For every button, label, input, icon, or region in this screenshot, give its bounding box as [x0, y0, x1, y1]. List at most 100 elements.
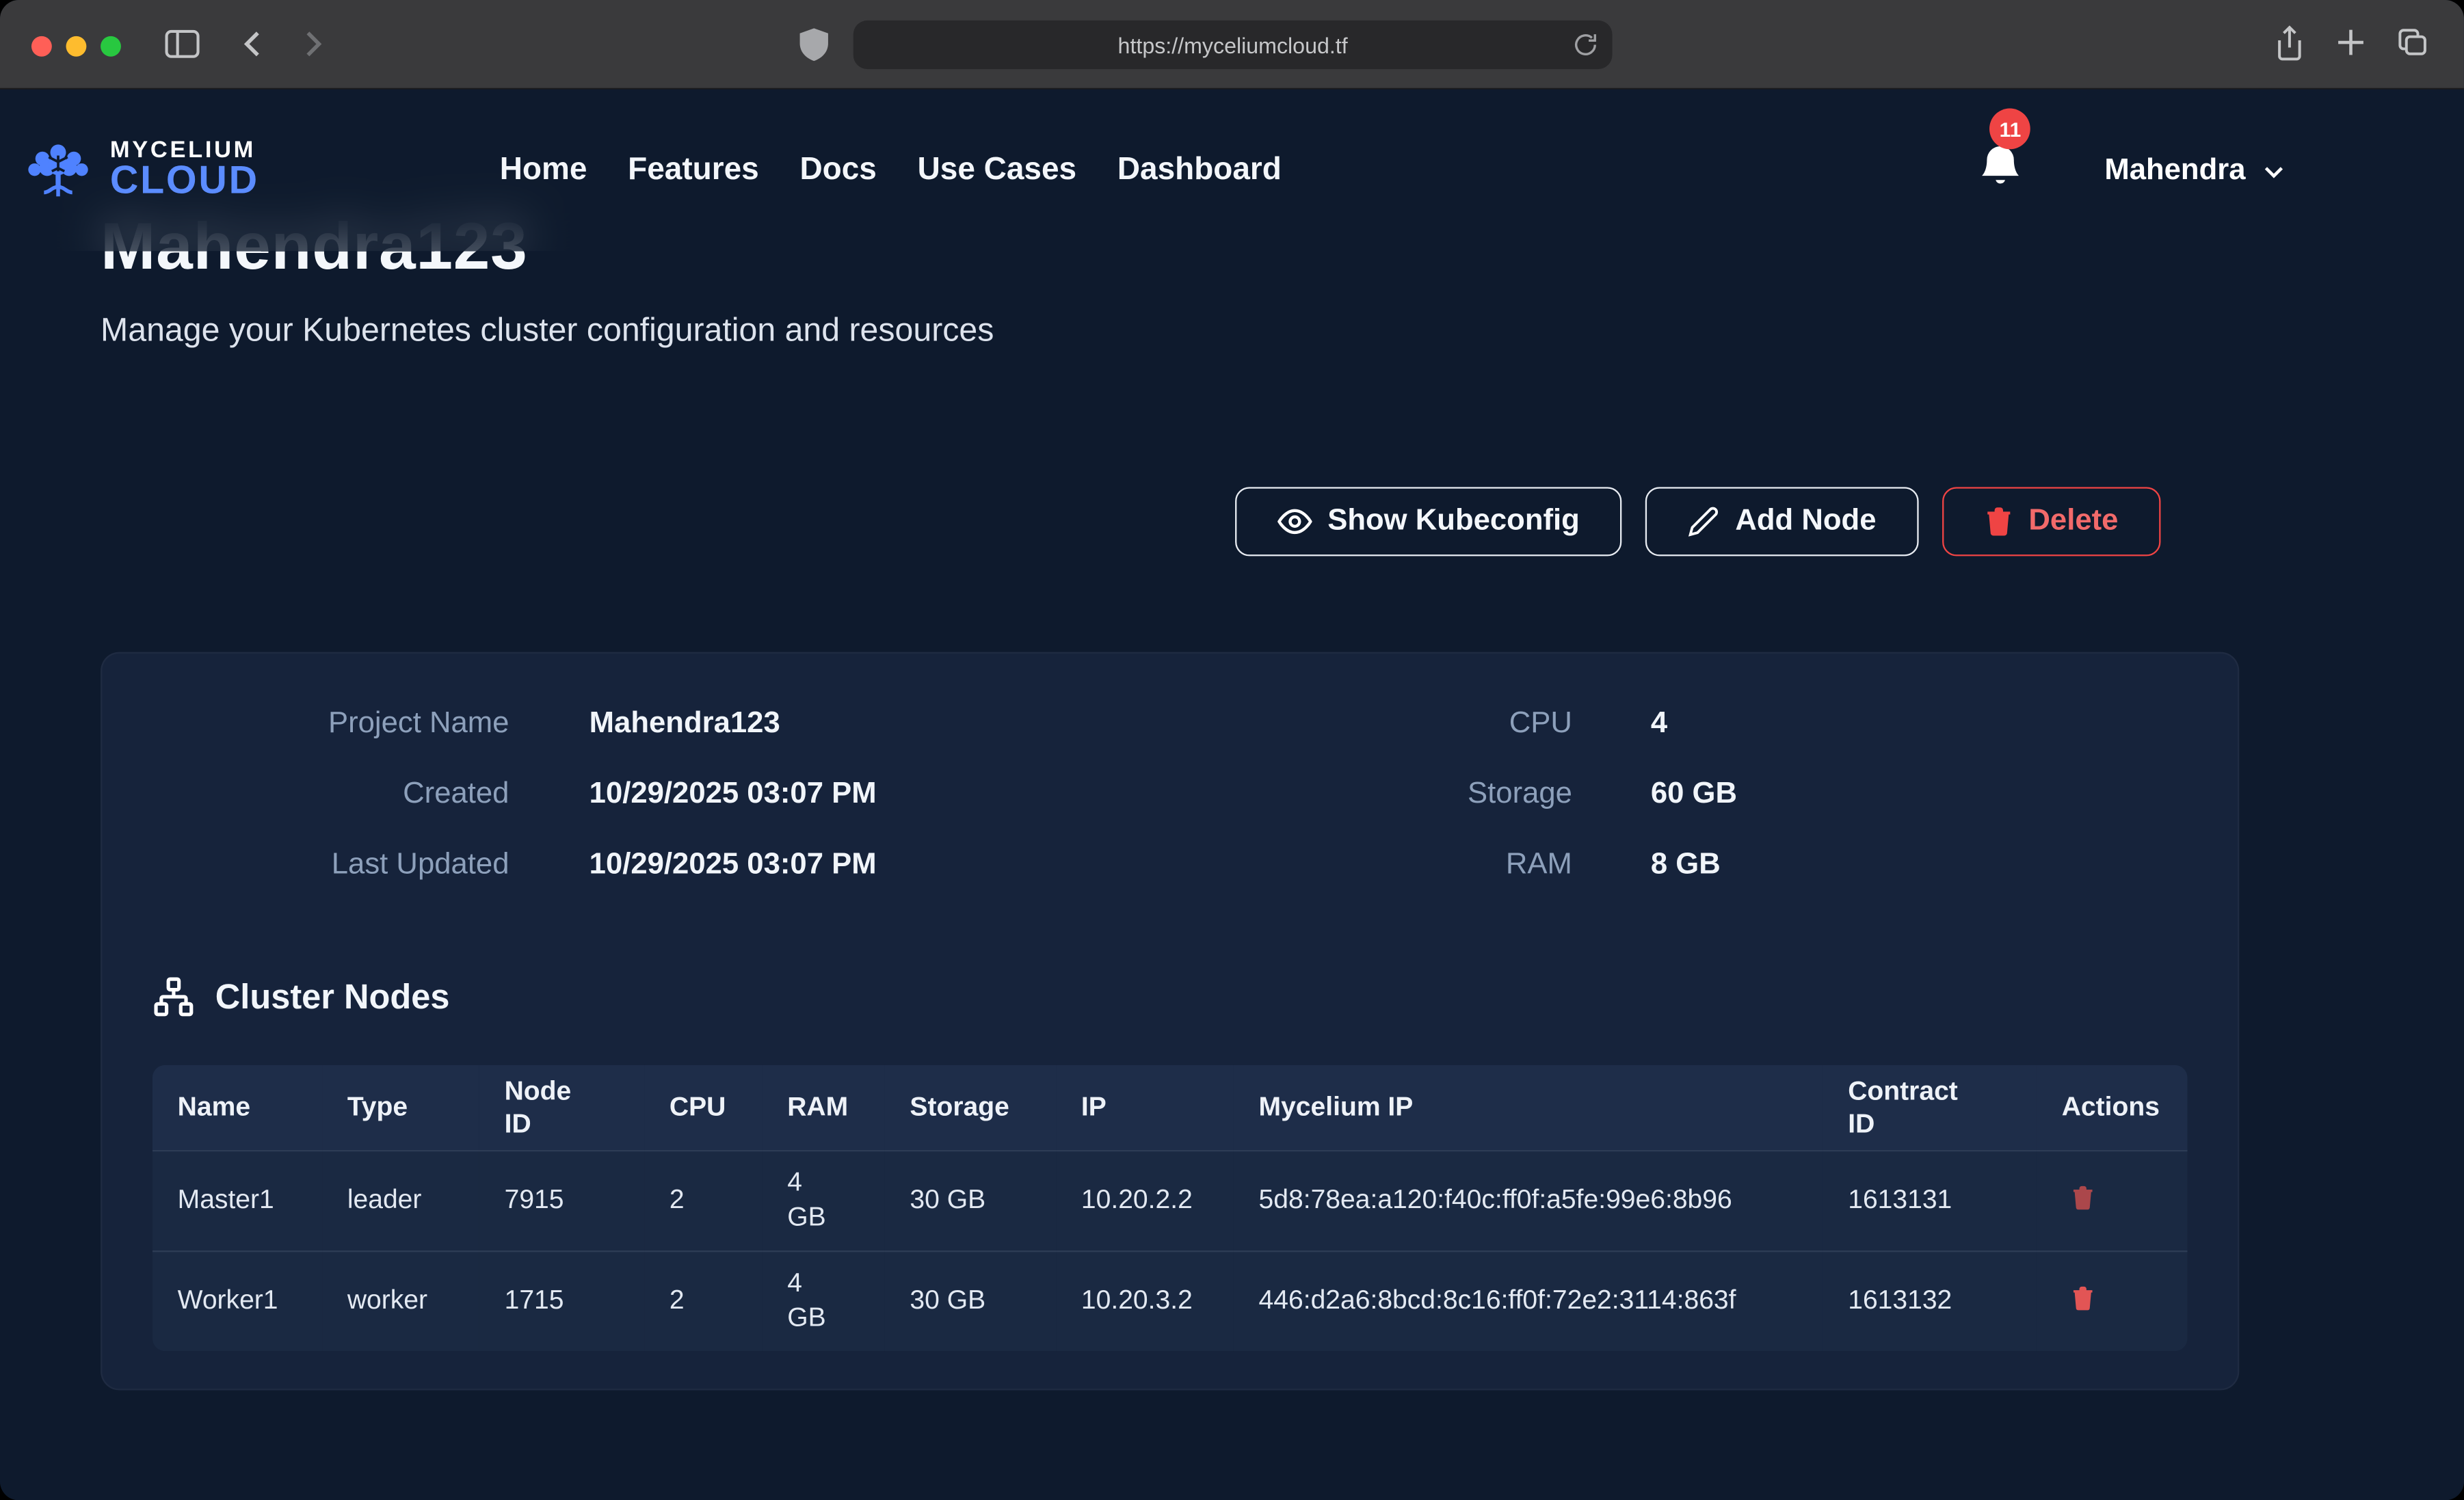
cell-ip: 10.20.3.2 — [1056, 1250, 1234, 1351]
user-menu[interactable]: Mahendra — [2104, 153, 2286, 188]
nav-link-dashboard[interactable]: Dashboard — [1117, 152, 1282, 189]
cluster-info-left: Project Name Mahendra123 Created 10/29/2… — [153, 704, 1170, 886]
storage-value: 60 GB — [1651, 775, 1737, 816]
table-row-worker1: Worker1 worker 1715 2 4 GB 30 GB 10.20.3… — [153, 1250, 2188, 1351]
cell-storage: 30 GB — [885, 1250, 1056, 1351]
cell-mycelium-ip: 5d8:78ea:a120:f40c:ff0f:a5fe:99e6:8b96 — [1234, 1150, 1823, 1250]
created-value: 10/29/2025 03:07 PM — [589, 775, 877, 816]
traffic-lights — [31, 36, 121, 57]
tabs-icon — [2395, 27, 2430, 58]
new-tab-button[interactable] — [2335, 27, 2367, 58]
refresh-icon — [1573, 31, 1598, 58]
close-window-button[interactable] — [31, 36, 52, 57]
cell-cpu: 2 — [644, 1150, 762, 1250]
sidebar-icon — [163, 27, 201, 62]
cluster-details-card: Project Name Mahendra123 Created 10/29/2… — [101, 652, 2239, 1391]
address-bar[interactable]: https://myceliumcloud.tf — [853, 21, 1613, 69]
trash-icon — [2071, 1285, 2095, 1312]
cell-name: Master1 — [153, 1150, 322, 1250]
privacy-shield-button[interactable] — [798, 27, 830, 63]
cell-node-id: 1715 — [479, 1250, 644, 1351]
cell-ram: 4 GB — [762, 1150, 884, 1250]
nav-link-features[interactable]: Features — [628, 152, 759, 189]
delete-label: Delete — [2028, 505, 2118, 539]
col-header-type: Type — [322, 1065, 479, 1150]
cell-type: leader — [322, 1150, 479, 1250]
page-subtitle: Manage your Kubernetes cluster configura… — [101, 312, 994, 350]
brand-text: MYCELIUM CLOUD — [110, 137, 259, 204]
nav-link-docs[interactable]: Docs — [799, 152, 876, 189]
cell-ip: 10.20.2.2 — [1056, 1150, 1234, 1250]
col-header-node-id: Node ID — [479, 1065, 644, 1150]
delete-node-button[interactable] — [2065, 1283, 2101, 1320]
minimize-window-button[interactable] — [66, 36, 87, 57]
cpu-value: 4 — [1651, 704, 1667, 745]
col-header-ip: IP — [1056, 1065, 1234, 1150]
tab-overview-button[interactable] — [2395, 27, 2430, 58]
project-name-label: Project Name — [153, 704, 509, 745]
col-header-actions: Actions — [2037, 1065, 2188, 1150]
project-name-value: Mahendra123 — [589, 704, 780, 745]
ram-value: 8 GB — [1651, 845, 1721, 886]
info-row-cpu: CPU 4 — [1170, 704, 2188, 745]
nodes-table: Name Type Node ID CPU RAM Storage IP Myc… — [153, 1065, 2188, 1351]
forward-button[interactable] — [299, 28, 327, 59]
eye-icon — [1277, 505, 1312, 539]
nodes-table-wrap: Name Type Node ID CPU RAM Storage IP Myc… — [153, 1065, 2188, 1351]
page-content: Show Kubeconfig Add Node Delete — [0, 90, 2464, 1391]
chevron-down-icon — [2262, 158, 2287, 183]
trash-icon — [2071, 1185, 2095, 1211]
cell-actions — [2037, 1250, 2188, 1351]
url-text: https://myceliumcloud.tf — [1118, 32, 1348, 57]
network-nodes-icon — [153, 976, 195, 1018]
delete-node-button[interactable] — [2065, 1181, 2101, 1219]
table-header-row: Name Type Node ID CPU RAM Storage IP Myc… — [153, 1065, 2188, 1150]
delete-cluster-button[interactable]: Delete — [1942, 487, 2160, 556]
pencil-icon — [1688, 506, 1719, 537]
brand-logo[interactable]: MYCELIUM CLOUD — [22, 137, 500, 204]
bell-icon — [1979, 143, 2023, 190]
info-row-storage: Storage 60 GB — [1170, 775, 2188, 816]
reload-button[interactable] — [1573, 31, 1598, 63]
cell-contract-id: 1613131 — [1823, 1150, 2037, 1250]
notification-count-badge: 11 — [1990, 109, 2031, 150]
navbar-right: 11 Mahendra — [1979, 143, 2287, 198]
chevron-left-icon — [239, 28, 267, 59]
cell-ram: 4 GB — [762, 1250, 884, 1351]
brand-line-2: CLOUD — [110, 159, 259, 204]
cell-mycelium-ip: 446:d2a6:8bcd:8c16:ff0f:72e2:3114:863f — [1234, 1250, 1823, 1351]
cell-name: Worker1 — [153, 1250, 322, 1351]
mycelium-logo-icon — [22, 139, 94, 202]
nav-link-home[interactable]: Home — [500, 152, 587, 189]
add-node-button[interactable]: Add Node — [1645, 487, 1918, 556]
info-row-ram: RAM 8 GB — [1170, 845, 2188, 886]
col-header-contract-id: Contract ID — [1823, 1065, 2037, 1150]
share-icon — [2273, 23, 2307, 62]
created-label: Created — [153, 775, 509, 816]
add-node-label: Add Node — [1735, 505, 1876, 539]
webpage: Mahendra123 Manage your Kubernetes clust… — [0, 90, 2464, 1500]
nav-links: Home Features Docs Use Cases Dashboard — [500, 152, 1282, 189]
show-kubeconfig-button[interactable]: Show Kubeconfig — [1235, 487, 1622, 556]
trash-icon — [1985, 506, 2013, 537]
cluster-actions-toolbar: Show Kubeconfig Add Node Delete — [101, 487, 2239, 556]
table-row-master1: Master1 leader 7915 2 4 GB 30 GB 10.20.2… — [153, 1150, 2188, 1250]
last-updated-value: 10/29/2025 03:07 PM — [589, 845, 877, 886]
cluster-info-right: CPU 4 Storage 60 GB RAM 8 GB — [1170, 704, 2188, 886]
share-button[interactable] — [2273, 23, 2307, 62]
zoom-window-button[interactable] — [101, 36, 121, 57]
info-row-created: Created 10/29/2025 03:07 PM — [153, 775, 1170, 816]
notifications-button[interactable]: 11 — [1979, 143, 2023, 198]
cell-node-id: 7915 — [479, 1150, 644, 1250]
nav-link-use-cases[interactable]: Use Cases — [918, 152, 1077, 189]
col-header-mycelium-ip: Mycelium IP — [1234, 1065, 1823, 1150]
plus-icon — [2335, 27, 2367, 58]
username-label: Mahendra — [2104, 153, 2245, 188]
last-updated-label: Last Updated — [153, 845, 509, 886]
screenshot-stage: https://myceliumcloud.tf — [0, 0, 2464, 1500]
storage-label: Storage — [1170, 775, 1572, 816]
info-row-last-updated: Last Updated 10/29/2025 03:07 PM — [153, 845, 1170, 886]
back-button[interactable] — [239, 28, 267, 59]
sidebar-toggle-button[interactable] — [163, 27, 201, 62]
col-header-ram: RAM — [762, 1065, 884, 1150]
